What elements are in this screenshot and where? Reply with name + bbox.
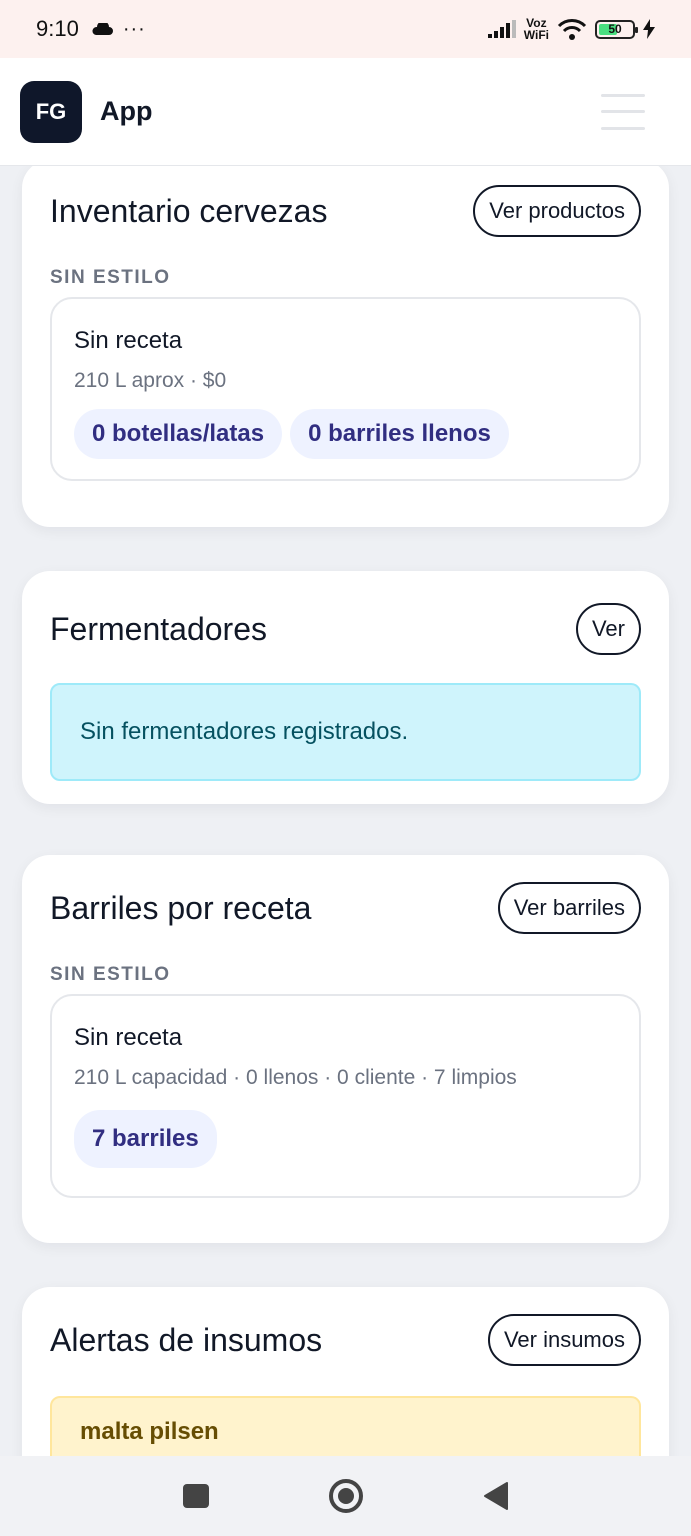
- main-content[interactable]: Inventario cervezas Ver productos SIN ES…: [0, 166, 691, 1456]
- card-title: Alertas de insumos: [50, 1321, 323, 1358]
- card-header: Fermentadores Ver: [50, 603, 641, 655]
- system-nav-bar: [0, 1456, 691, 1536]
- card-alertas: Alertas de insumos Ver insumos malta pil…: [22, 1287, 669, 1456]
- app-header: FG App: [0, 58, 691, 166]
- recipe-meta: 210 L aprox · $0: [74, 369, 227, 392]
- app-title[interactable]: App: [100, 96, 152, 127]
- home-icon: [328, 1479, 363, 1513]
- status-bar: 9:10 ··· Voz WiFi 50: [0, 0, 691, 58]
- wifi-icon: [557, 19, 587, 40]
- empty-fermentadores-alert: Sin fermentadores registrados.: [50, 683, 641, 781]
- card-barriles: Barriles por receta Ver barriles SIN EST…: [22, 855, 669, 1243]
- ver-insumos-button[interactable]: Ver insumos: [487, 1314, 641, 1366]
- status-icons: Voz WiFi 50: [487, 16, 655, 42]
- card-title: Fermentadores: [50, 610, 267, 647]
- card-title: Barriles por receta: [50, 889, 312, 926]
- battery-icon: 50: [595, 19, 638, 39]
- cloud-icon: [92, 23, 113, 35]
- back-icon: [483, 1482, 508, 1510]
- recent-apps-icon: [182, 1484, 209, 1508]
- signal-icon: [487, 20, 516, 38]
- recipe-item[interactable]: Sin receta 210 L aprox · $0 0 botellas/l…: [50, 297, 641, 481]
- insumo-alert[interactable]: malta pilsen: [50, 1396, 641, 1456]
- pill-barriles: 7 barriles: [74, 1110, 217, 1168]
- back-button[interactable]: [421, 1456, 571, 1536]
- charging-icon: [643, 19, 655, 39]
- card-fermentadores: Fermentadores Ver Sin fermentadores regi…: [22, 571, 669, 804]
- barrel-recipe-item[interactable]: Sin receta 210 L capacidad · 0 llenos · …: [50, 994, 641, 1198]
- card-header: Inventario cervezas Ver productos: [50, 185, 641, 237]
- hamburger-menu-icon[interactable]: [601, 93, 645, 130]
- pill-barriles-llenos: 0 barriles llenos: [290, 409, 509, 459]
- ver-barriles-button[interactable]: Ver barriles: [497, 882, 641, 934]
- card-header: Alertas de insumos Ver insumos: [50, 1314, 641, 1366]
- card-inventario: Inventario cervezas Ver productos SIN ES…: [22, 166, 669, 527]
- recipe-title: Sin receta: [74, 1024, 183, 1051]
- card-header: Barriles por receta Ver barriles: [50, 882, 641, 934]
- home-button[interactable]: [271, 1456, 421, 1536]
- recipe-title: Sin receta: [74, 327, 183, 354]
- recipe-meta: 210 L capacidad · 0 llenos · 0 cliente ·…: [74, 1066, 517, 1089]
- voz-wifi-label: Voz WiFi: [523, 16, 549, 42]
- status-time: 9:10: [36, 16, 79, 41]
- ver-productos-button[interactable]: Ver productos: [473, 185, 641, 237]
- app-logo[interactable]: FG: [20, 80, 82, 143]
- ver-fermentadores-button[interactable]: Ver: [575, 603, 641, 655]
- recent-apps-button[interactable]: [121, 1456, 271, 1536]
- recipe-pills: 7 barriles: [74, 1110, 617, 1168]
- status-more: ···: [122, 17, 146, 40]
- card-title: Inventario cervezas: [50, 192, 328, 229]
- recipe-pills: 0 botellas/latas 0 barriles llenos: [74, 409, 617, 459]
- section-label: SIN ESTILO: [50, 267, 171, 288]
- pill-botellas: 0 botellas/latas: [74, 409, 283, 459]
- section-label: SIN ESTILO: [50, 964, 171, 985]
